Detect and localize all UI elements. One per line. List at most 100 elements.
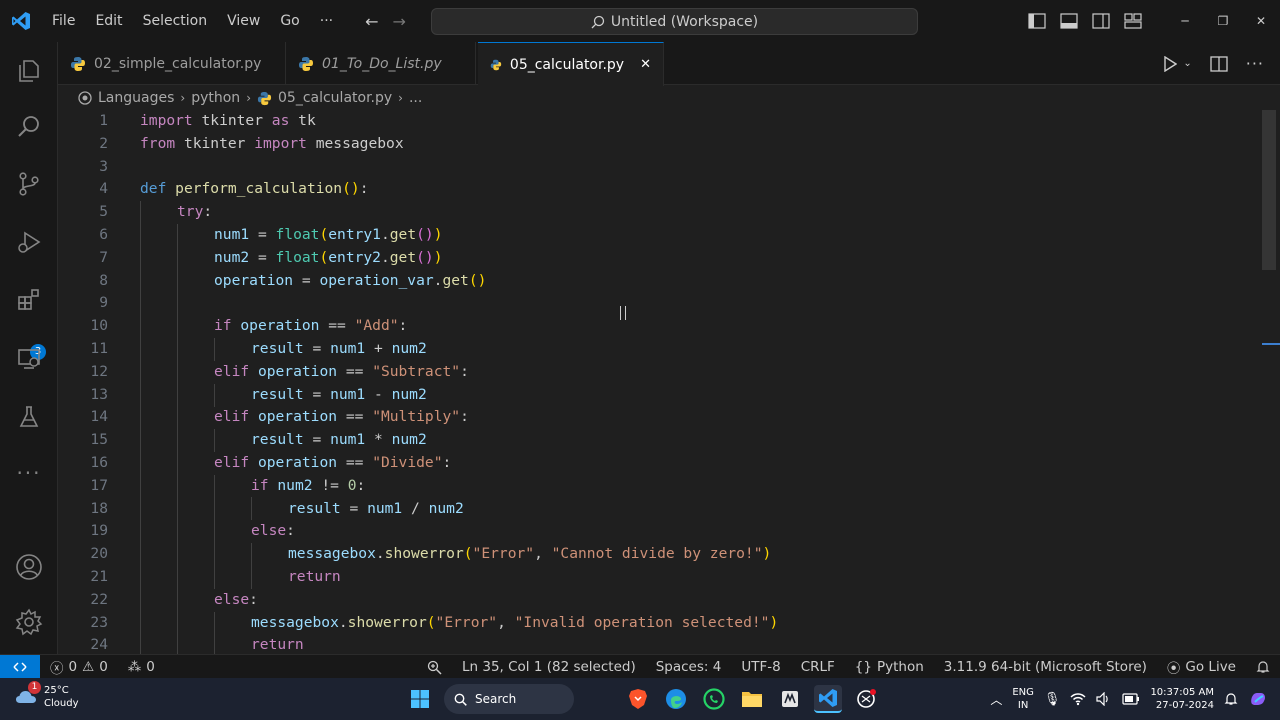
indent-guide: [214, 475, 215, 589]
scrollbar-selection-marker: [1262, 343, 1280, 345]
status-bar: ⓧ 0 ⚠ 0 ⁂ 0 Ln 35, Col 1 (82 selected) Spac…: [0, 654, 1280, 679]
python-interpreter[interactable]: 3.11.9 64-bit (Microsoft Store): [934, 659, 1157, 675]
run-debug-icon[interactable]: [14, 227, 44, 257]
accounts-icon[interactable]: [14, 552, 44, 582]
customize-layout-icon[interactable]: [1124, 13, 1142, 29]
cursor-position[interactable]: Ln 35, Col 1 (82 selected): [452, 659, 646, 675]
taskbar-search[interactable]: Search: [444, 684, 574, 714]
menu-view[interactable]: View: [217, 0, 270, 42]
breadcrumb-languages[interactable]: Languages: [98, 90, 174, 106]
more-views-icon[interactable]: ···: [14, 458, 44, 488]
run-dropdown-chevron-icon[interactable]: ⌄: [1183, 58, 1191, 69]
menu-more[interactable]: ···: [310, 0, 343, 42]
tab-05-calculator[interactable]: 05_calculator.py ✕: [478, 42, 664, 86]
search-view-icon[interactable]: [14, 112, 44, 142]
remote-indicator-icon[interactable]: [0, 654, 40, 679]
forward-arrow-icon[interactable]: →: [393, 12, 406, 31]
back-arrow-icon[interactable]: ←: [365, 12, 378, 31]
python-file-icon: [299, 56, 313, 71]
extensions-icon[interactable]: [14, 285, 44, 315]
python-file-icon: [490, 59, 502, 70]
breadcrumb-separator-icon: ›: [246, 91, 251, 105]
line-number: 1: [99, 112, 108, 129]
code-line: result = num1 + num2: [251, 340, 427, 357]
menu-selection[interactable]: Selection: [133, 0, 218, 42]
eol-status[interactable]: CRLF: [791, 659, 845, 675]
volume-icon[interactable]: [1096, 692, 1112, 706]
breadcrumb: Languages › python › 05_calculator.py › …: [58, 86, 1280, 110]
copilot-icon[interactable]: [1248, 689, 1268, 709]
menu-file[interactable]: File: [42, 0, 85, 42]
file-explorer-icon[interactable]: [738, 685, 766, 713]
menu-go[interactable]: Go: [270, 0, 309, 42]
line-number: 5: [99, 203, 108, 221]
vertical-scrollbar[interactable]: [1262, 110, 1276, 270]
settings-gear-icon[interactable]: [14, 607, 44, 637]
breadcrumb-file[interactable]: 05_calculator.py: [278, 90, 392, 106]
editor-more-actions-icon[interactable]: ···: [1246, 54, 1264, 73]
vscode-logo-icon: [0, 0, 42, 42]
whatsapp-icon[interactable]: [700, 685, 728, 713]
indent-guide: [251, 497, 252, 520]
broadcast-icon: ⦿: [1166, 661, 1181, 677]
menu-bar: File Edit Selection View Go ···: [42, 0, 343, 42]
toggle-panel-icon[interactable]: [1060, 13, 1078, 29]
menu-edit[interactable]: Edit: [85, 0, 132, 42]
run-python-file-icon[interactable]: [1163, 55, 1178, 72]
command-center-label: Untitled (Workspace): [610, 13, 759, 30]
ports-count: 0: [146, 658, 155, 675]
breadcrumb-python[interactable]: python: [191, 90, 240, 106]
line-number: 2: [99, 134, 108, 152]
encoding-status[interactable]: UTF-8: [731, 659, 790, 675]
weather-widget[interactable]: 1 25°C Cloudy: [14, 681, 78, 710]
close-window-icon[interactable]: ✕: [1242, 14, 1280, 28]
testing-icon[interactable]: [14, 402, 44, 432]
source-control-icon[interactable]: [14, 169, 44, 199]
notification-bell-icon[interactable]: [1224, 692, 1238, 706]
remote-explorer-icon[interactable]: [14, 344, 44, 374]
toggle-primary-sidebar-icon[interactable]: [1028, 13, 1046, 29]
code-editor[interactable]: 1 2 3 4 5 6 7 8 9 10 11 12 13 14 15 16 17 18 19 20 21 22 23 24 …: [58, 110, 1280, 654]
minimize-icon[interactable]: ─: [1166, 14, 1204, 28]
braces-icon: {}: [854, 659, 872, 675]
language-mode[interactable]: {} Python: [845, 659, 934, 675]
system-clock[interactable]: 10:37:05 AM 27-07-2024: [1150, 686, 1214, 712]
code-line: return: [251, 636, 304, 654]
wifi-icon[interactable]: [1070, 692, 1086, 706]
command-center-search[interactable]: Untitled (Workspace): [431, 8, 918, 35]
explorer-icon[interactable]: [14, 56, 44, 86]
line-number: 22: [90, 590, 108, 608]
battery-icon[interactable]: [1122, 693, 1140, 705]
ports-status[interactable]: ⁂ 0: [118, 659, 165, 675]
go-live-button[interactable]: ⦿ Go Live: [1157, 657, 1246, 677]
input-language[interactable]: ENG IN: [1012, 686, 1034, 712]
vscode-taskbar-icon[interactable]: [814, 685, 842, 713]
zoom-icon[interactable]: [417, 660, 452, 675]
notepad-app-icon[interactable]: [776, 685, 804, 713]
start-button[interactable]: [406, 685, 434, 713]
show-hidden-icons-chevron-icon[interactable]: ︿: [990, 691, 1002, 708]
split-editor-icon[interactable]: [1210, 55, 1228, 72]
tab-02-simple-calculator[interactable]: 02_simple_calculator.py: [58, 42, 286, 85]
notifications-bell-icon[interactable]: [1246, 660, 1280, 674]
tab-01-to-do-list[interactable]: 01_To_Do_List.py: [286, 42, 476, 85]
microphone-icon[interactable]: 🎙: [1044, 692, 1061, 707]
breadcrumb-symbol[interactable]: ...: [409, 90, 422, 106]
restore-icon[interactable]: ❐: [1204, 14, 1242, 28]
toggle-secondary-sidebar-icon[interactable]: [1092, 13, 1110, 29]
brave-browser-icon[interactable]: [624, 685, 652, 713]
problems-status[interactable]: ⓧ 0 ⚠ 0: [40, 657, 118, 677]
search-icon: [591, 15, 605, 28]
edge-browser-icon[interactable]: [662, 685, 690, 713]
line-number: 13: [90, 385, 108, 403]
tab-close-icon[interactable]: ✕: [640, 57, 651, 72]
editor-tabs: 02_simple_calculator.py 01_To_Do_List.py…: [58, 42, 1280, 86]
workspace-folder-icon: [78, 91, 92, 105]
indent-guide: [251, 543, 252, 589]
code-line: if operation == "Add":: [214, 317, 408, 335]
indentation-status[interactable]: Spaces: 4: [646, 659, 732, 675]
warning-count: 0: [99, 658, 108, 675]
indent-guide: [214, 612, 215, 654]
code-line: num2 = float(entry2.get()): [214, 248, 443, 266]
chatgpt-app-icon[interactable]: [852, 685, 880, 713]
